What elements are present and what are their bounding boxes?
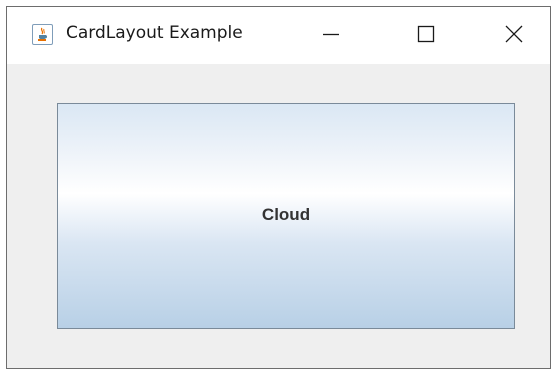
title-bar[interactable]: CardLayout Example [7,7,550,64]
cloud-button-label: Cloud [261,205,311,224]
app-window: CardLayout Example Cloud [6,6,551,369]
window-title: CardLayout Example [66,23,243,43]
card-panel: Cloud [7,64,550,368]
maximize-button[interactable] [403,7,449,64]
close-button[interactable] [491,7,537,64]
cloud-button[interactable]: Cloud [57,103,515,329]
java-coffee-cup-icon[interactable] [32,24,53,45]
minimize-button[interactable] [308,7,354,64]
